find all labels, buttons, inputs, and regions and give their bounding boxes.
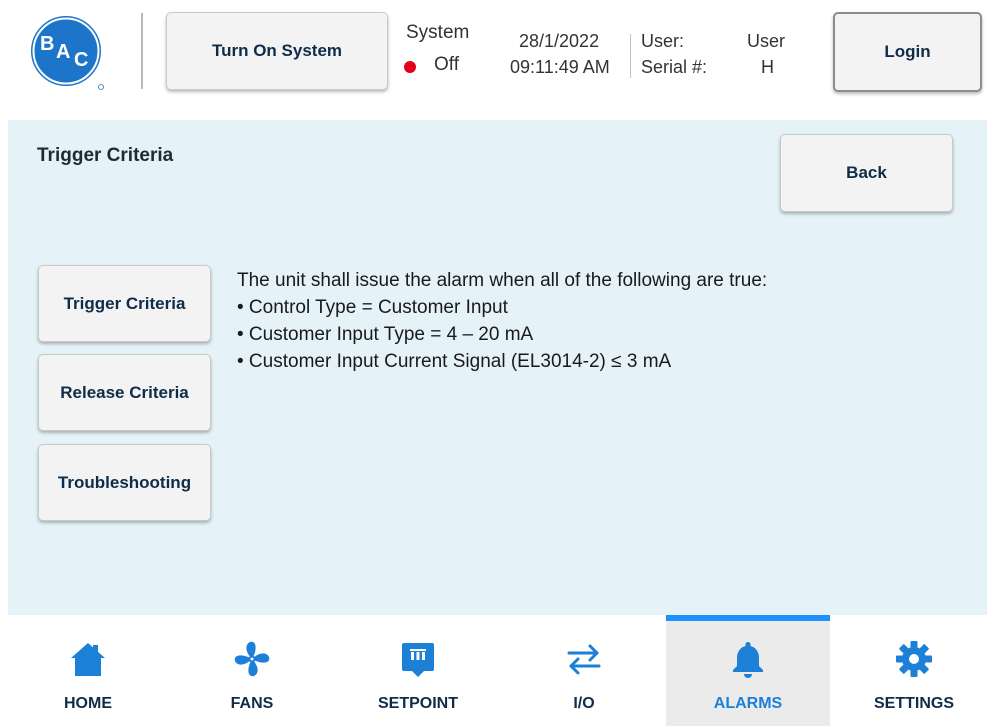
nav-io-label: I/O	[573, 695, 595, 712]
svg-text:C: C	[74, 49, 88, 71]
nav-alarms-label: ALARMS	[713, 695, 783, 712]
system-status-dot	[404, 61, 416, 73]
user-value: User	[747, 31, 786, 51]
user-label: User:	[641, 31, 685, 51]
back-button[interactable]: Back	[780, 134, 953, 212]
login-button[interactable]: Login	[833, 12, 982, 92]
serial-value: H	[761, 57, 774, 77]
trigger-criteria-button[interactable]: Trigger Criteria	[38, 265, 211, 342]
nav-settings-label: SETTINGS	[873, 695, 954, 712]
gear-icon	[896, 641, 932, 677]
time-display: 09:11:49 AM	[510, 57, 610, 77]
system-label: System	[406, 22, 470, 43]
nav-settings[interactable]: SETTINGS	[832, 615, 987, 726]
setpoint-icon	[402, 643, 434, 677]
system-state: Off	[434, 54, 459, 75]
nav-alarms[interactable]: ALARMS	[666, 615, 830, 726]
turn-on-system-button[interactable]: Turn On System	[166, 12, 388, 90]
nav-home-label: HOME	[64, 695, 112, 712]
datetime-divider	[630, 34, 631, 78]
svg-text:B: B	[40, 33, 54, 55]
nav-fans-label: FANS	[230, 695, 274, 712]
nav-io[interactable]: I/O	[502, 615, 666, 726]
criteria-bullet: • Control Type = Customer Input	[237, 297, 508, 318]
serial-label: Serial #:	[641, 57, 708, 77]
bottom-nav: HOME FANS SETPOINT I/O ALARMS SETTINGS	[0, 615, 987, 726]
nav-fans[interactable]: FANS	[170, 615, 334, 726]
nav-setpoint-label: SETPOINT	[377, 695, 458, 712]
criteria-bullet: • Customer Input Type = 4 – 20 mA	[237, 324, 534, 345]
bac-logo: B A C	[29, 14, 104, 90]
criteria-intro: The unit shall issue the alarm when all …	[237, 270, 768, 291]
criteria-text: The unit shall issue the alarm when all …	[237, 267, 957, 375]
bell-icon	[733, 642, 763, 678]
troubleshooting-button[interactable]: Troubleshooting	[38, 444, 211, 521]
nav-setpoint[interactable]: SETPOINT	[336, 615, 500, 726]
header-divider	[141, 13, 143, 89]
header-bar: B A C Turn On System System Off 28/1/202…	[0, 0, 987, 120]
page-title: Trigger Criteria	[37, 145, 174, 166]
release-criteria-button[interactable]: Release Criteria	[38, 354, 211, 431]
date-display: 28/1/2022	[519, 31, 600, 51]
fan-icon	[234, 641, 270, 677]
criteria-bullet: • Customer Input Current Signal (EL3014-…	[237, 351, 672, 372]
main-panel: Trigger Criteria Back Trigger Criteria R…	[8, 120, 987, 615]
home-icon	[71, 643, 105, 676]
nav-home[interactable]: HOME	[6, 615, 170, 726]
svg-text:A: A	[56, 41, 70, 63]
io-arrows-icon	[567, 644, 601, 675]
